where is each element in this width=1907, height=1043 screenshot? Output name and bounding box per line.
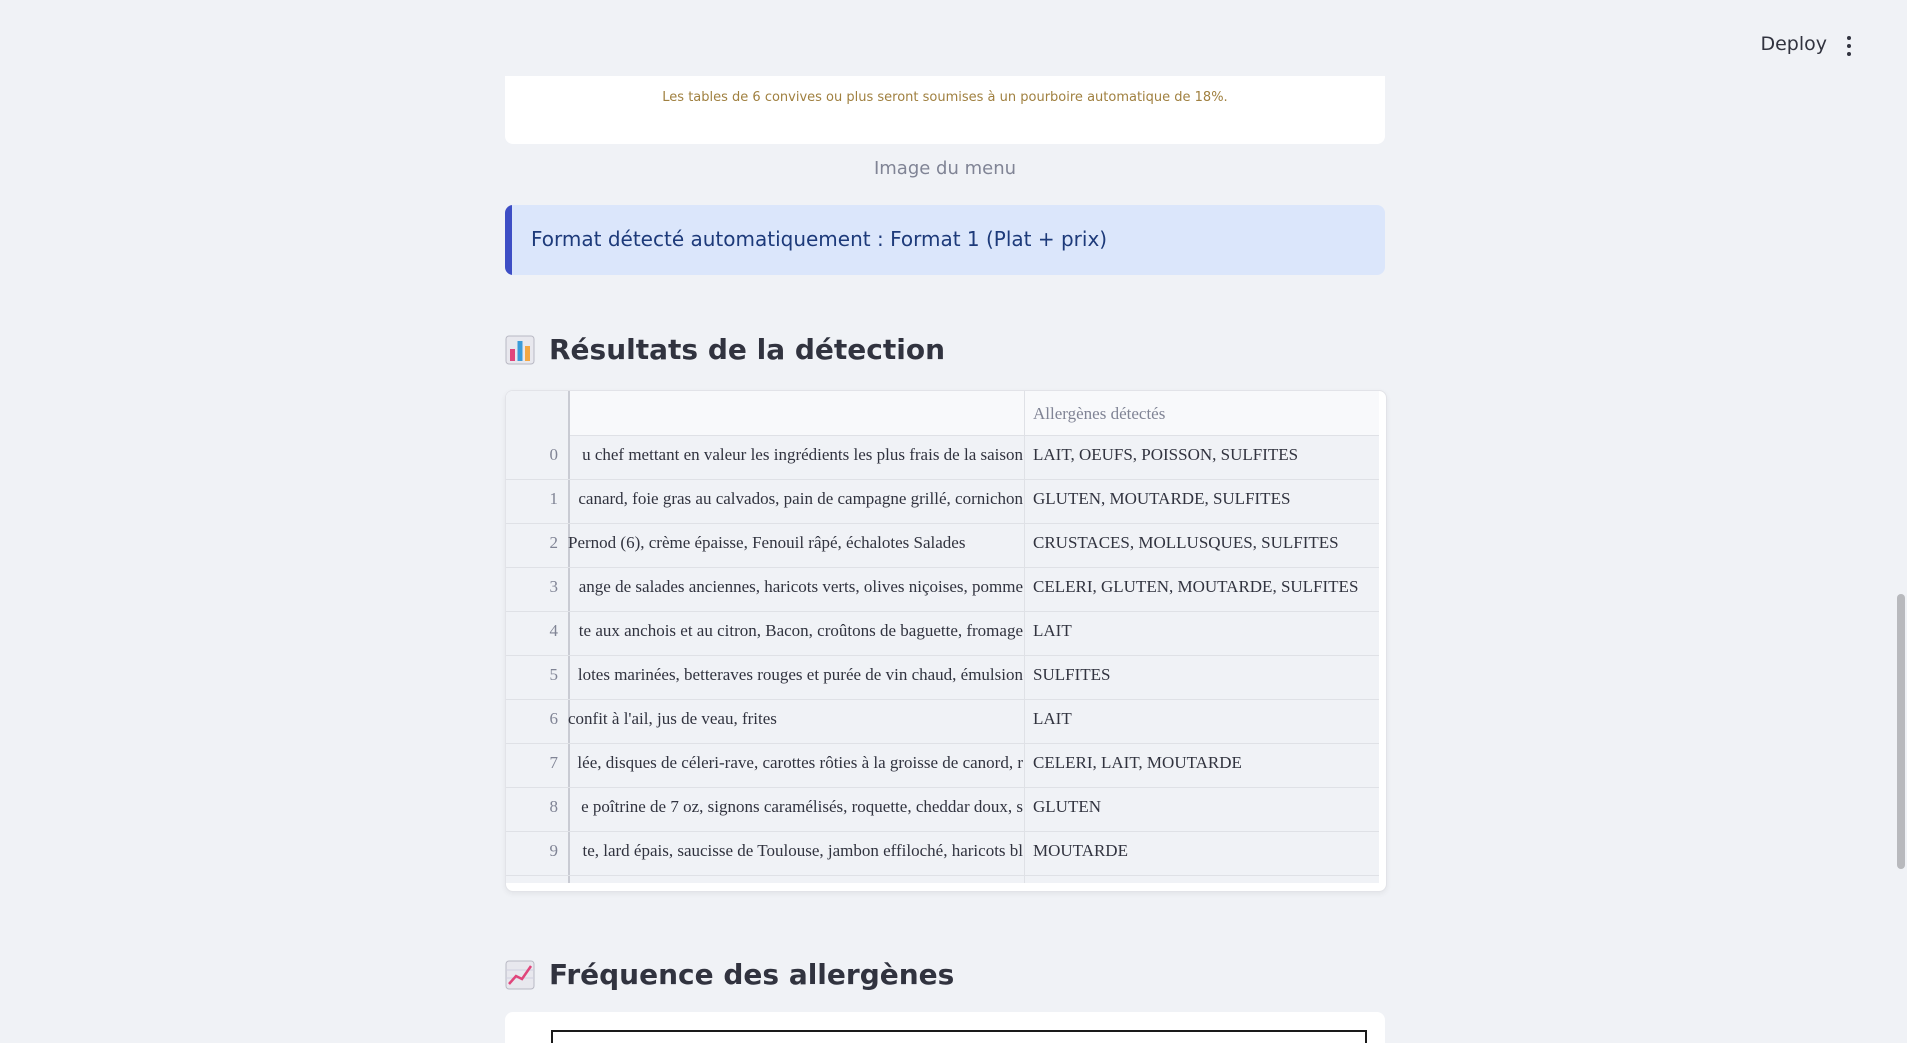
top-toolbar: Deploy [0,0,1907,76]
table-row[interactable]: 1 canard, foie gras au calvados, pain de… [506,479,1379,524]
table-row[interactable]: 0 u chef mettant en valeur les ingrédien… [506,435,1379,480]
frequency-chart-frame [551,1030,1367,1043]
table-row[interactable]: 7 lée, disques de céleri-rave, carottes … [506,743,1379,788]
info-alert-accent [505,205,512,275]
allergens-cell[interactable]: LAIT [1033,709,1072,729]
dish-cell[interactable]: ange de salades anciennes, haricots vert… [568,577,1023,597]
row-index: 8 [549,797,559,816]
dish-cell[interactable]: Pernod (6), crème épaisse, Fenouil râpé,… [568,533,1023,553]
row-index: 3 [549,577,559,596]
deploy-button[interactable]: Deploy [1760,33,1827,55]
row-index: 0 [549,445,559,464]
allergens-cell[interactable]: MOUTARDE [1033,841,1128,861]
row-index: 2 [549,533,559,552]
header-allergens[interactable]: Allergènes détectés [1033,404,1165,424]
table-row[interactable]: 4 te aux anchois et au citron, Bacon, cr… [506,611,1379,656]
table-row[interactable]: 5 lotes marinées, betteraves rouges et p… [506,655,1379,700]
allergens-cell[interactable]: GLUTEN [1033,797,1101,817]
row-index: 9 [549,841,559,860]
results-heading: Résultats de la détection [505,333,945,366]
table-row[interactable]: 2 Pernod (6), crème épaisse, Fenouil râp… [506,523,1379,568]
allergens-cell[interactable]: GLUTEN, MOUTARDE, SULFITES [1033,489,1290,509]
results-title: Résultats de la détection [549,333,946,366]
table-row[interactable]: 8 e poîtrine de 7 oz, signons caramélisé… [506,787,1379,832]
row-index: 1 [549,489,559,508]
frequency-chart-card [505,1012,1385,1043]
dish-cell[interactable]: canard, foie gras au calvados, pain de c… [568,489,1023,509]
dish-cell[interactable]: lée, disques de céleri-rave, carottes rô… [568,753,1023,773]
dish-cell[interactable]: te, lard épais, saucisse de Toulouse, ja… [568,841,1023,861]
table-row[interactable]: 3 ange de salades anciennes, haricots ve… [506,567,1379,612]
allergens-cell[interactable]: CRUSTACES, MOLLUSQUES, SULFITES [1033,533,1339,553]
frequency-title: Fréquence des allergènes [549,958,955,991]
row-index: 7 [549,753,559,772]
allergens-cell[interactable]: LAIT, OEUFS, POISSON, SULFITES [1033,445,1298,465]
dish-cell[interactable]: u chef mettant en valeur les ingrédients… [568,445,1023,465]
allergens-cell[interactable]: LAIT [1033,621,1072,641]
dish-cell[interactable]: e poîtrine de 7 oz, signons caramélisés,… [568,797,1023,817]
info-alert-text: Format détecté automatiquement : Format … [531,227,1108,251]
app-root: Deploy Les tables de 6 convives ou plus … [0,0,1907,1043]
table-row[interactable]: 6 confit à l'ail, jus de veau, frites LA… [506,699,1379,744]
frequency-heading: Fréquence des allergènes [505,958,954,991]
dish-cell[interactable]: lotes marinées, betteraves rouges et pur… [568,665,1023,685]
scrollbar-thumb[interactable] [1897,594,1905,869]
allergens-cell[interactable]: CELERI, LAIT, MOUTARDE [1033,753,1242,773]
kebab-menu-icon[interactable] [1839,36,1859,60]
page-scrollbar[interactable] [1895,76,1907,1043]
line-chart-icon [505,960,535,989]
allergens-cell[interactable]: SULFITES [1033,665,1110,685]
dataframe-header-row [506,391,1379,436]
dish-cell[interactable]: confit à l'ail, jus de veau, frites [568,709,1023,729]
table-row[interactable]: 9 te, lard épais, saucisse de Toulouse, … [506,831,1379,876]
menu-image-text: Les tables de 6 convives ou plus seront … [662,90,1228,105]
bar-chart-icon [505,335,535,364]
results-dataframe[interactable]: Allergènes détectés 0 u chef mettant en … [505,390,1387,892]
info-alert: Format détecté automatiquement : Format … [505,205,1385,275]
menu-image: Les tables de 6 convives ou plus seront … [505,76,1385,144]
dish-cell[interactable]: te aux anchois et au citron, Bacon, croû… [568,621,1023,641]
row-index: 5 [549,665,559,684]
allergens-cell[interactable]: CELERI, GLUTEN, MOUTARDE, SULFITES [1033,577,1358,597]
row-index: 4 [549,621,559,640]
row-index: 6 [549,709,559,728]
image-caption: Image du menu [873,158,1017,179]
dataframe-viewport[interactable]: Allergènes détectés 0 u chef mettant en … [506,391,1379,883]
